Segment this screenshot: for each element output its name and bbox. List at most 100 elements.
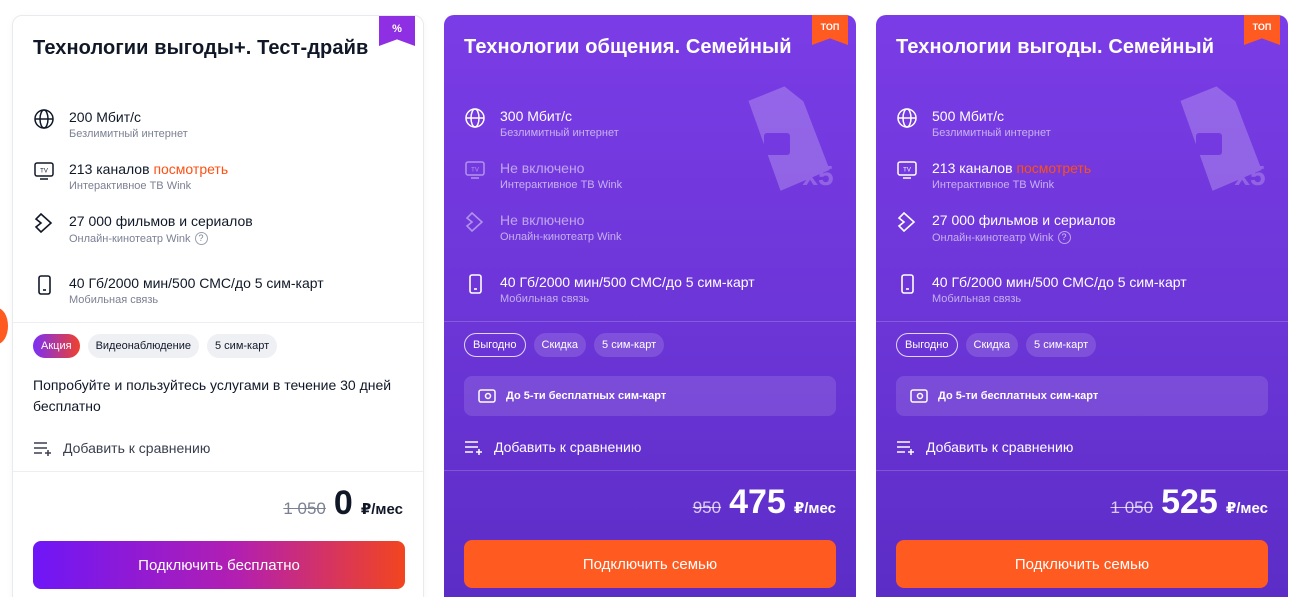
feature-main: 213 каналов <box>932 160 1013 176</box>
help-icon[interactable]: ? <box>194 232 208 245</box>
current-price: 475 <box>729 483 786 521</box>
feature-sub: Интерактивное ТВ Wink <box>932 179 1055 191</box>
tag-profitable: Выгодно <box>896 333 958 357</box>
current-price: 525 <box>1161 483 1218 521</box>
price-unit: ₽/мес <box>360 501 403 518</box>
connect-family-button[interactable]: Подключить семью <box>464 540 836 588</box>
globe-icon <box>897 108 917 128</box>
connect-family-button[interactable]: Подключить семью <box>896 540 1268 588</box>
tariff-card-communication-family: ТОП Технологии общения. Семейный x5 300 … <box>444 15 856 597</box>
add-to-compare-button[interactable]: Добавить к сравнению <box>33 440 210 456</box>
tariff-description: Попробуйте и пользуйтесь услугами в тече… <box>33 377 392 414</box>
old-price: 1 050 <box>1110 498 1154 517</box>
feature-cinema: Не включено Онлайн-кинотеатр Wink <box>464 211 836 263</box>
feature-main: 500 Мбит/с <box>932 108 1005 124</box>
divider <box>444 321 856 322</box>
feature-sub: Безлимитный интернет <box>932 127 1051 139</box>
price-unit: ₽/мес <box>793 500 836 517</box>
add-to-compare-button[interactable]: Добавить к сравнению <box>896 439 1073 455</box>
price-row: 1 050 0 ₽/мес <box>283 484 403 523</box>
tag: Видеонаблюдение <box>87 334 199 358</box>
channels-link[interactable]: посмотреть <box>153 161 228 177</box>
compare-label: Добавить к сравнению <box>494 439 642 455</box>
tariff-title: Технологии выгоды. Семейный <box>896 36 1215 58</box>
tv-icon: TV <box>897 161 917 179</box>
feature-main: Не включено <box>500 160 585 176</box>
phone-icon <box>38 275 51 295</box>
tag-list: Выгодно Скидка 5 сим-карт <box>464 333 665 357</box>
feature-sub: Онлайн-кинотеатр Wink <box>500 231 622 243</box>
sim-card-icon <box>910 389 928 403</box>
benefit-label: До 5-ти бесплатных сим-карт <box>506 390 667 402</box>
tariff-card-savings-family: ТОП Технологии выгоды. Семейный x5 500 М… <box>876 15 1288 597</box>
tag: 5 сим-карт <box>594 333 665 357</box>
feature-sub: Безлимитный интернет <box>500 127 619 139</box>
feature-sub: Онлайн-кинотеатр Wink <box>69 232 191 245</box>
divider <box>876 470 1288 471</box>
help-icon[interactable]: ? <box>1057 231 1071 244</box>
feature-sub: Мобильная связь <box>500 293 590 305</box>
feature-mobile: 40 Гб/2000 мин/500 СМС/до 5 сим-карт Моб… <box>464 273 836 325</box>
tariff-card-test-drive: % Технологии выгоды+. Тест-драйв 200 Мби… <box>12 15 424 597</box>
tariff-title: Технологии общения. Семейный <box>464 36 792 58</box>
free-sim-benefit: До 5-ти бесплатных сим-карт <box>896 376 1268 416</box>
tag: 5 сим-карт <box>207 334 278 358</box>
carousel-prev-edge[interactable] <box>0 308 8 344</box>
free-sim-benefit: До 5-ти бесплатных сим-карт <box>464 376 836 416</box>
feature-list: 500 Мбит/с Безлимитный интернет TV 213 к… <box>896 107 1268 325</box>
play-icon <box>897 211 916 233</box>
compare-list-icon <box>897 441 914 455</box>
tariff-title: Технологии выгоды+. Тест-драйв <box>33 37 369 59</box>
old-price: 950 <box>692 498 722 517</box>
feature-cinema: 27 000 фильмов и сериалов Онлайн-кинотеа… <box>896 211 1268 263</box>
compare-list-icon <box>34 442 51 456</box>
old-price: 1 050 <box>283 499 326 518</box>
svg-text:TV: TV <box>903 168 911 174</box>
feature-tv: TV Не включено Интерактивное ТВ Wink <box>464 159 836 211</box>
divider <box>876 321 1288 322</box>
feature-sub: Мобильная связь <box>932 293 1022 305</box>
connect-free-button[interactable]: Подключить бесплатно <box>33 541 405 589</box>
feature-list: 200 Мбит/с Безлимитный интернет TV 213 к… <box>33 108 405 326</box>
tv-icon: TV <box>34 162 54 180</box>
tag-list: Акция Видеонаблюдение 5 сим-карт <box>33 334 278 358</box>
play-icon <box>465 211 484 233</box>
phone-icon <box>901 274 914 294</box>
feature-sub: Онлайн-кинотеатр Wink <box>932 231 1054 244</box>
feature-main: 27 000 фильмов и сериалов <box>932 212 1116 228</box>
channels-link[interactable]: посмотреть <box>1016 160 1091 176</box>
feature-main: 40 Гб/2000 мин/500 СМС/до 5 сим-карт <box>69 275 324 291</box>
play-icon <box>34 212 53 234</box>
price-row: 950 475 ₽/мес <box>693 483 836 522</box>
feature-main: 27 000 фильмов и сериалов <box>69 213 253 229</box>
divider <box>13 471 423 472</box>
price-row: 1 050 525 ₽/мес <box>1111 483 1268 522</box>
phone-icon <box>469 274 482 294</box>
current-price: 0 <box>333 484 353 522</box>
feature-internet: 300 Мбит/с Безлимитный интернет <box>464 107 836 159</box>
compare-list-icon <box>465 441 482 455</box>
feature-mobile: 40 Гб/2000 мин/500 СМС/до 5 сим-карт Моб… <box>896 273 1268 325</box>
feature-sub: Мобильная связь <box>69 294 159 306</box>
globe-icon <box>465 108 485 128</box>
feature-main: 40 Гб/2000 мин/500 СМС/до 5 сим-карт <box>932 274 1187 290</box>
feature-tv: TV 213 каналов посмотреть Интерактивное … <box>896 159 1268 211</box>
tag: Скидка <box>533 333 587 357</box>
feature-main: Не включено <box>500 212 585 228</box>
tv-icon: TV <box>465 161 485 179</box>
compare-label: Добавить к сравнению <box>926 439 1074 455</box>
feature-main: 213 каналов <box>69 161 150 177</box>
tag-list: Выгодно Скидка 5 сим-карт <box>896 333 1097 357</box>
compare-label: Добавить к сравнению <box>63 440 211 456</box>
divider <box>444 470 856 471</box>
globe-icon <box>34 109 54 129</box>
add-to-compare-button[interactable]: Добавить к сравнению <box>464 439 641 455</box>
feature-sub: Интерактивное ТВ Wink <box>500 179 623 191</box>
svg-text:TV: TV <box>471 168 479 174</box>
svg-text:TV: TV <box>40 169 48 175</box>
feature-main: 300 Мбит/с <box>500 108 573 124</box>
feature-list: 300 Мбит/с Безлимитный интернет TV Не вк… <box>464 107 836 325</box>
tag-promo: Акция <box>33 334 80 358</box>
benefit-label: До 5-ти бесплатных сим-карт <box>938 390 1099 402</box>
sim-card-icon <box>478 389 496 403</box>
